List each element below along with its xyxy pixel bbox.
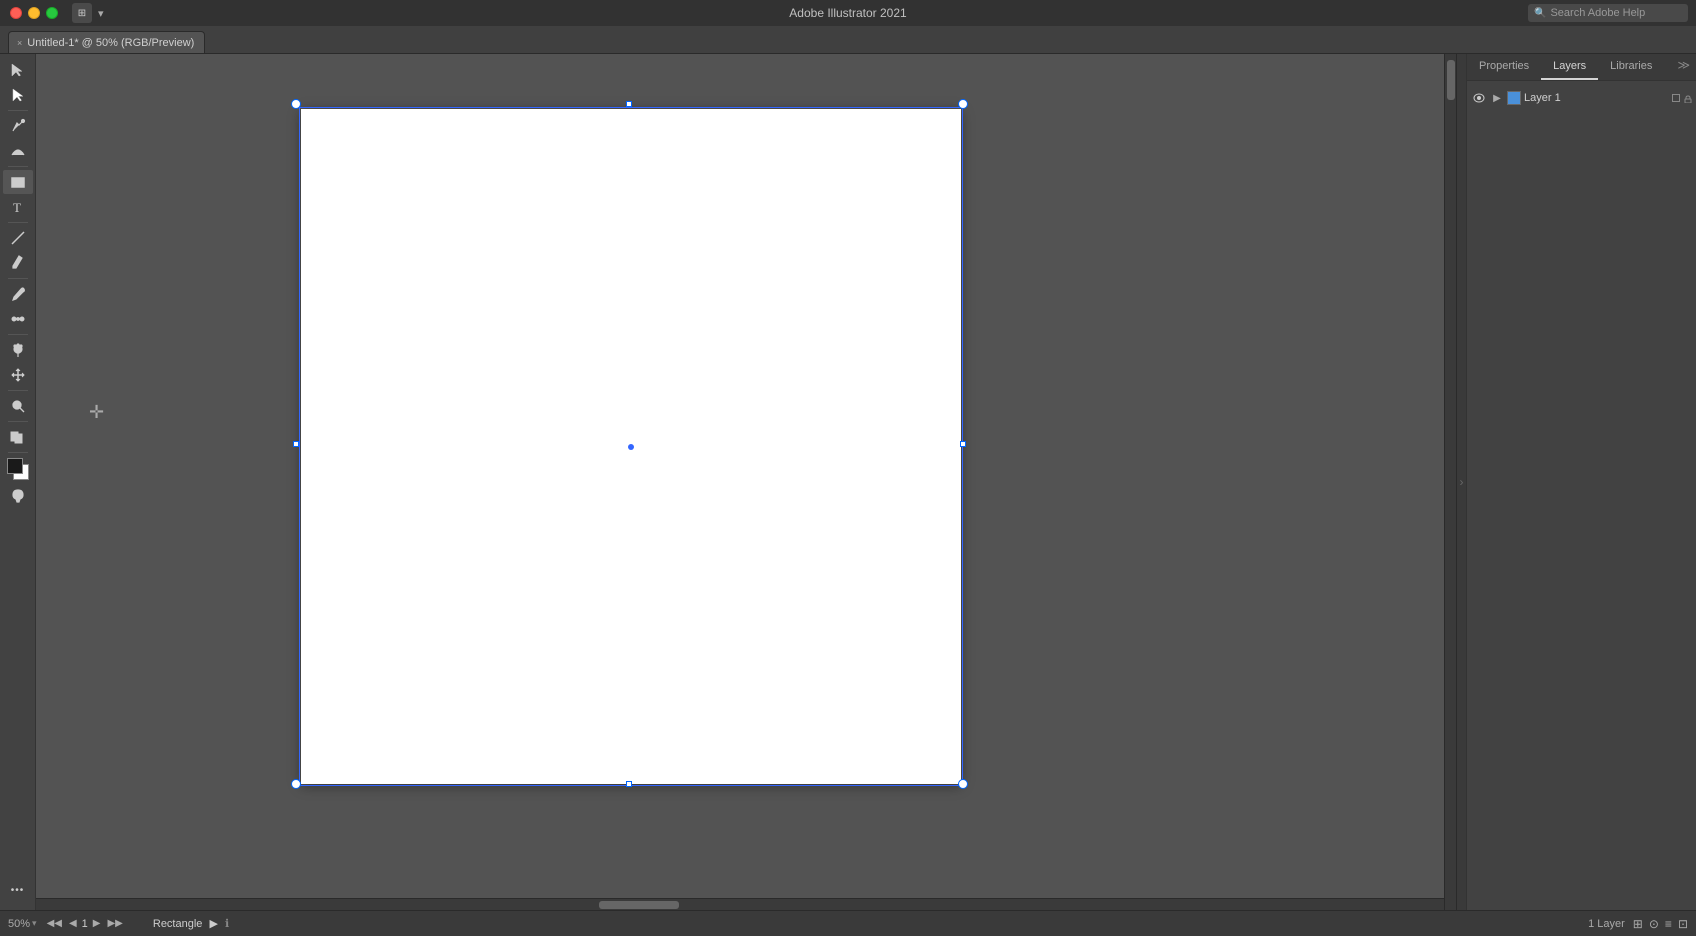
traffic-lights <box>0 7 58 19</box>
zoom-value: 50% <box>8 918 30 930</box>
statusbar-grid-icon[interactable]: ⊞ <box>1633 917 1643 931</box>
toolbar-divider-1 <box>8 110 28 111</box>
curvature-tool[interactable] <box>3 139 33 163</box>
handle-rotate-br[interactable] <box>958 779 968 789</box>
titlebar: ⊞ ▾ Adobe Illustrator 2021 🔍 Search Adob… <box>0 0 1696 26</box>
tool-info-icon[interactable]: ℹ <box>225 918 229 930</box>
layers-panel: ▶ Layer 1 <box>1467 81 1696 910</box>
nav-last-button[interactable]: ▶▶ <box>105 917 124 930</box>
toolbar-divider-8 <box>8 452 28 453</box>
handle-rotate-tr[interactable] <box>958 99 968 109</box>
tab-layers[interactable]: Layers <box>1541 54 1598 80</box>
right-panel: Properties Layers Libraries ≫ ▶ Layer 1 <box>1466 54 1696 910</box>
pen-tool[interactable] <box>3 114 33 138</box>
handle-mid-left[interactable] <box>293 441 299 447</box>
foreground-color[interactable] <box>7 458 23 474</box>
statusbar-icons: ⊞ ⊙ ≡ ⊡ <box>1633 917 1688 931</box>
left-toolbar: T <box>0 54 36 910</box>
handle-mid-bottom[interactable] <box>626 781 632 787</box>
search-area[interactable]: 🔍 Search Adobe Help <box>1528 4 1688 22</box>
toolbar-divider-7 <box>8 421 28 422</box>
more-tools-label: ••• <box>11 885 25 896</box>
crosshair-cursor: ✛ <box>89 402 104 423</box>
nav-next-button[interactable]: ▶ <box>91 917 103 930</box>
toolbar-divider-5 <box>8 334 28 335</box>
tab-libraries[interactable]: Libraries <box>1598 54 1664 80</box>
window-controls: ⊞ ▾ <box>72 3 104 23</box>
toolbar-divider-4 <box>8 278 28 279</box>
layer-lock-icon[interactable] <box>1684 94 1692 102</box>
move-pan-tool[interactable] <box>3 363 33 387</box>
statusbar: 50% ▾ ◀◀ ◀ 1 ▶ ▶▶ Rectangle ▶ ℹ 1 Layer … <box>0 910 1696 936</box>
tab-label: Untitled-1* @ 50% (RGB/Preview) <box>27 37 194 49</box>
layers-count: 1 Layer <box>1588 918 1625 930</box>
document-tab[interactable]: × Untitled-1* @ 50% (RGB/Preview) <box>8 31 205 53</box>
canvas-scrollbar-thumb-h[interactable] <box>599 901 679 909</box>
lasso-tool[interactable] <box>3 483 33 507</box>
main-layout: T <box>0 54 1696 910</box>
tab-properties[interactable]: Properties <box>1467 54 1541 80</box>
collapse-chevron-icon: › <box>1460 475 1464 489</box>
eyedropper-tool[interactable] <box>3 282 33 306</box>
color-tool-area[interactable] <box>7 458 29 480</box>
handle-mid-right[interactable] <box>960 441 966 447</box>
symbol-sprayer-tool[interactable] <box>3 338 33 362</box>
panel-collapse-button[interactable]: ≫ <box>1671 54 1696 80</box>
tool-play-icon[interactable]: ▶ <box>209 918 217 930</box>
svg-text:T: T <box>13 200 21 215</box>
layer-name: Layer 1 <box>1524 92 1669 104</box>
tab-close-icon[interactable]: × <box>17 38 22 48</box>
layer-expand-icon[interactable]: ▶ <box>1490 91 1504 105</box>
search-input[interactable]: Search Adobe Help <box>1550 7 1645 19</box>
page-navigation: ◀◀ ◀ 1 ▶ ▶▶ <box>45 917 125 930</box>
workspace-switcher[interactable]: ⊞ <box>72 3 92 23</box>
canvas-scrollbar-horizontal[interactable] <box>36 898 1444 910</box>
layer-color-swatch <box>1507 91 1521 105</box>
search-icon: 🔍 <box>1534 8 1546 19</box>
layer-visibility-toggle[interactable] <box>1471 90 1487 106</box>
direct-selection-tool[interactable] <box>3 83 33 107</box>
right-panel-collapse-handle[interactable]: › <box>1456 54 1466 910</box>
blend-tool[interactable] <box>3 307 33 331</box>
linked-files-tool[interactable] <box>3 425 33 449</box>
statusbar-arrange-icon[interactable]: ≡ <box>1665 917 1672 931</box>
layer-options-icon[interactable] <box>1672 94 1680 102</box>
rectangle-tool[interactable] <box>3 170 33 194</box>
toolbar-divider-3 <box>8 222 28 223</box>
more-tools-button[interactable]: ••• <box>3 878 33 902</box>
nav-prev-button[interactable]: ◀ <box>67 917 79 930</box>
canvas-scrollbar-thumb-v[interactable] <box>1447 60 1455 100</box>
close-button[interactable] <box>10 7 22 19</box>
tabbar: × Untitled-1* @ 50% (RGB/Preview) <box>0 26 1696 54</box>
toolbar-divider-6 <box>8 390 28 391</box>
color-squares[interactable] <box>7 458 29 480</box>
page-number: 1 <box>82 918 88 930</box>
handle-rotate-tl[interactable] <box>291 99 301 109</box>
tool-name: Rectangle <box>153 918 203 930</box>
canvas-area[interactable]: ✛ <box>36 54 1456 910</box>
type-tool[interactable]: T <box>3 195 33 219</box>
nav-first-button[interactable]: ◀◀ <box>45 917 64 930</box>
statusbar-settings-icon[interactable]: ⊡ <box>1678 917 1688 931</box>
selection-tool[interactable] <box>3 58 33 82</box>
toolbar-divider-2 <box>8 166 28 167</box>
line-segment-tool[interactable] <box>3 226 33 250</box>
minimize-button[interactable] <box>28 7 40 19</box>
canvas-scrollbar-vertical[interactable] <box>1444 54 1456 910</box>
current-tool-label: Rectangle ▶ ℹ <box>153 917 229 930</box>
artboard <box>301 109 961 784</box>
zoom-control[interactable]: 50% ▾ <box>8 918 37 930</box>
handle-mid-top[interactable] <box>626 101 632 107</box>
artboard-center-point <box>628 444 634 450</box>
panel-tabs: Properties Layers Libraries ≫ <box>1467 54 1696 81</box>
zoom-dropdown-icon[interactable]: ▾ <box>32 918 37 929</box>
statusbar-zoom-fit-icon[interactable]: ⊙ <box>1649 917 1659 931</box>
maximize-button[interactable] <box>46 7 58 19</box>
workspace-dropdown[interactable]: ▾ <box>98 7 104 20</box>
eraser-tool[interactable] <box>3 251 33 275</box>
app-title: Adobe Illustrator 2021 <box>789 6 906 20</box>
layer-item[interactable]: ▶ Layer 1 <box>1467 85 1696 111</box>
handle-rotate-bl[interactable] <box>291 779 301 789</box>
zoom-tool[interactable] <box>3 394 33 418</box>
